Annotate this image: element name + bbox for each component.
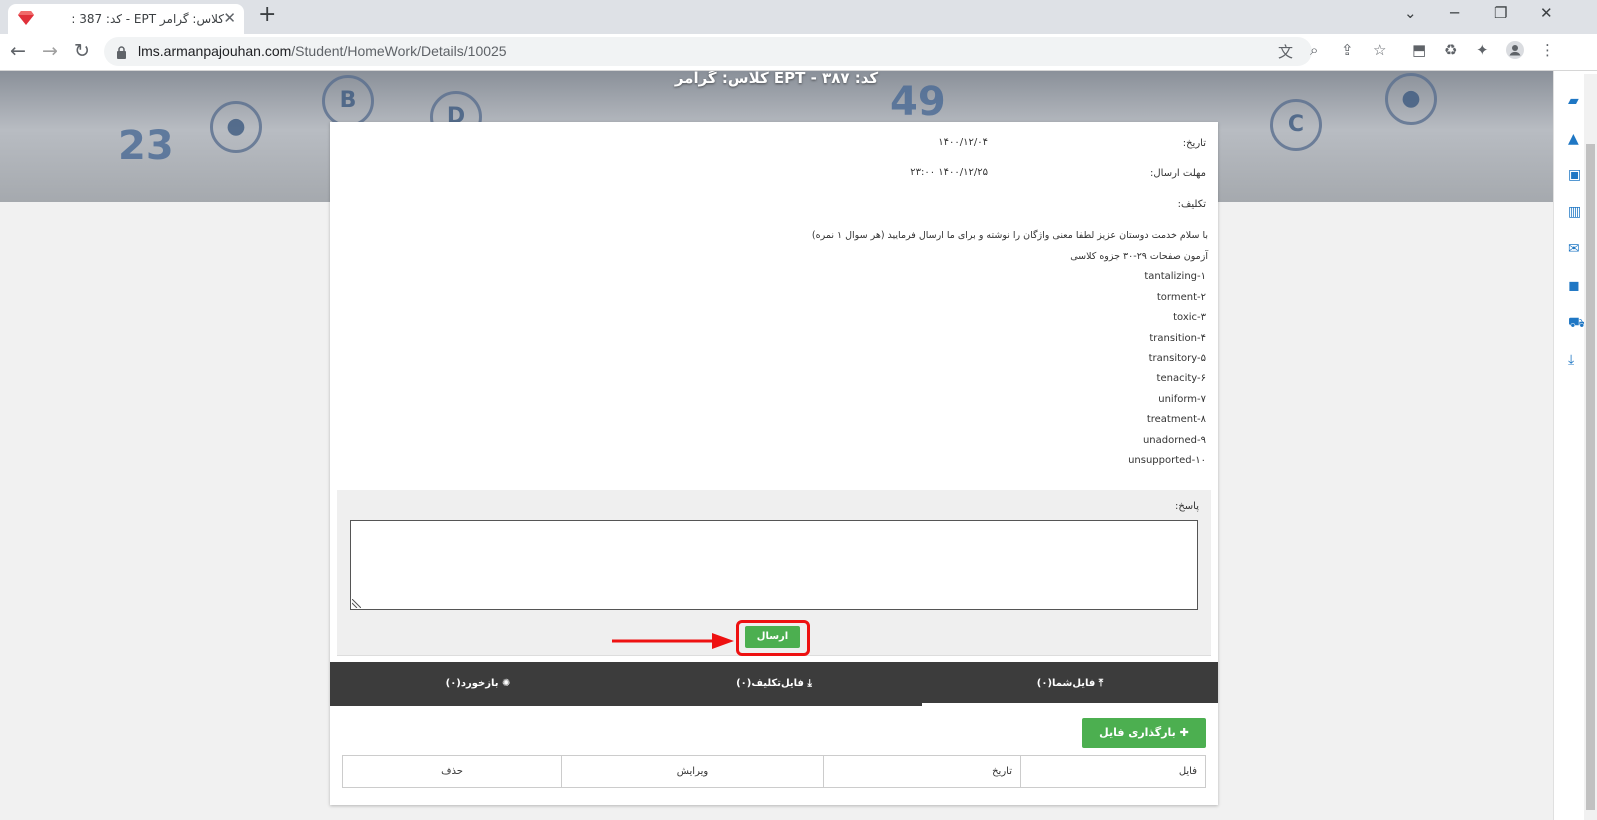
table-header-file: فایل (1020, 755, 1206, 788)
upload-arrow-icon: ⤒ (1098, 678, 1104, 689)
download-arrow-icon: ⤓ (807, 678, 812, 689)
upload-file-label: بارگذاری فایل (1099, 726, 1176, 739)
date-value: ۱۴۰۰/۱۲/۰۴ (938, 137, 988, 148)
money-icon[interactable]: ▣ (1568, 167, 1581, 183)
files-tab-bar: ⤒ فایل‌شما(۰) ⤓ فایل‌تکلیف(۰) ✺ بازخورد(… (330, 662, 1218, 706)
deadline-label: مهلت ارسال: (1150, 168, 1206, 179)
tab-your-files[interactable]: ⤒ فایل‌شما(۰) (922, 662, 1218, 706)
homework-card: تاریخ: ۱۴۰۰/۱۲/۰۴ مهلت ارسال: ۱۴۰۰/۱۲/۲۵… (330, 122, 1218, 805)
table-header-row: فایل تاریخ ویرایش حذف (342, 755, 1206, 788)
lock-icon (116, 44, 127, 63)
mail-icon[interactable]: ✉ (1568, 241, 1580, 257)
answer-textarea[interactable] (350, 520, 1198, 610)
vocab-item: unadorned-۹ (1142, 435, 1206, 446)
vocab-item: treatment-۸ (1146, 414, 1206, 425)
answer-label: پاسخ: (1174, 501, 1199, 512)
hero-decor-bubble: ● (210, 101, 262, 153)
minimize-icon[interactable]: ─ (1450, 4, 1459, 22)
vocab-item: toxic-۳ (1173, 312, 1206, 323)
assignment-label: تکلیف: (1177, 199, 1206, 210)
page-scrollbar[interactable] (1584, 74, 1597, 820)
page-viewport: 23 ● B D 49 C ● کلاس: گرامر EPT - کد: ۳۸… (0, 71, 1553, 820)
tab-feedback[interactable]: ✺ بازخورد(۰) (330, 662, 626, 706)
browser-menu-icon[interactable]: ⋮ (1540, 41, 1555, 59)
plus-icon: ✚ (1179, 726, 1189, 739)
chat-icon[interactable]: ▰ (1568, 93, 1579, 109)
url-host: lms.armanpajouhan.com (138, 43, 292, 59)
tab-your-files-label: فایل‌شما(۰) (1036, 678, 1096, 689)
vocab-item: torment-۲ (1156, 292, 1206, 303)
vocab-item: tantalizing-۱ (1144, 271, 1206, 282)
table-header-date: تاریخ (823, 755, 1021, 788)
scrollbar-thumb[interactable] (1586, 144, 1595, 810)
vocab-item: transitory-۵ (1148, 353, 1206, 364)
url-path: /Student/HomeWork/Details/10025 (291, 43, 507, 59)
send-button-highlight (736, 620, 810, 656)
table-header-delete: حذف (342, 755, 562, 788)
close-window-icon[interactable]: ✕ (1540, 4, 1553, 22)
back-icon[interactable]: ← (10, 40, 26, 62)
deadline-value: ۱۴۰۰/۱۲/۲۵ ۲۳:۰۰ (910, 167, 988, 178)
share-icon[interactable]: ⇪ (1341, 41, 1354, 59)
bar-chart-icon[interactable]: ▥ (1568, 204, 1581, 220)
tab-assignment-files[interactable]: ⤓ فایل‌تکلیف(۰) (626, 662, 922, 706)
close-tab-icon[interactable]: ✕ (223, 9, 236, 27)
extension-a-icon[interactable]: ⬒ (1412, 41, 1426, 59)
vocab-item: uniform-۷ (1158, 394, 1206, 405)
reload-icon[interactable]: ↻ (74, 40, 90, 62)
forward-icon[interactable]: → (42, 40, 58, 62)
hero-decor-number: 49 (890, 79, 946, 125)
address-bar[interactable]: lms.armanpajouhan.com/Student/HomeWork/D… (104, 37, 1312, 66)
extensions-puzzle-icon[interactable]: ✦ (1476, 41, 1489, 59)
recycle-extension-icon[interactable]: ♻ (1444, 41, 1457, 59)
browser-tab[interactable]: کلاس: گرامر EPT - کد: 387 : ✕ (8, 4, 244, 34)
browser-tab-title: کلاس: گرامر EPT - کد: 387 : (71, 12, 224, 26)
hero-decor-bubble: C (1270, 99, 1322, 151)
zoom-icon[interactable]: ⌕ (1310, 41, 1318, 59)
cart-icon[interactable]: ⛟ (1568, 315, 1586, 333)
restore-icon[interactable]: ❐ (1494, 4, 1507, 22)
tab-feedback-label: بازخورد(۰) (445, 678, 499, 689)
assignment-text-line: آزمون صفحات ۲۹-۳۰ جزوه کلاسی (1070, 251, 1208, 262)
feedback-gear-icon: ✺ (501, 678, 511, 689)
translate-icon[interactable]: 文 (1278, 41, 1293, 62)
graduation-cap-icon[interactable]: ▲ (1568, 131, 1579, 147)
page-title: کلاس: گرامر EPT - کد: ۳۸۷ (674, 71, 879, 87)
files-table: فایل تاریخ ویرایش حذف (342, 755, 1206, 788)
profile-avatar-icon[interactable] (1506, 41, 1524, 63)
gem-favicon-icon (18, 10, 34, 29)
assignment-text-line: با سلام خدمت دوستان عزیز لطفا معنی واژگا… (811, 230, 1208, 241)
comment-icon[interactable]: ◼ (1568, 278, 1580, 294)
vocab-item: tenacity-۶ (1156, 373, 1206, 384)
date-label: تاریخ: (1182, 138, 1206, 149)
browser-toolbar: ← → ↻ lms.armanpajouhan.com/Student/Home… (0, 34, 1597, 71)
upload-file-button[interactable]: ✚ بارگذاری فایل (1082, 718, 1206, 748)
vocab-item: unsupported-۱۰ (1128, 455, 1206, 466)
tab-search-chevron-icon[interactable]: ⌄ (1404, 4, 1417, 22)
new-tab-icon[interactable]: + (258, 2, 276, 27)
resize-handle-icon[interactable] (352, 599, 361, 608)
bookmark-star-icon[interactable]: ☆ (1373, 41, 1386, 59)
download-icon[interactable]: ⤓ (1568, 352, 1574, 368)
vocab-item: transition-۴ (1149, 333, 1206, 344)
tab-assignment-files-label: فایل‌تکلیف(۰) (736, 678, 804, 689)
url-text: lms.armanpajouhan.com/Student/HomeWork/D… (138, 43, 507, 59)
browser-tab-bar: کلاس: گرامر EPT - کد: 387 : ✕ + ⌄ ─ ❐ ✕ (0, 0, 1597, 34)
hero-decor-number: 23 (118, 123, 174, 169)
red-arrow-annotation (612, 633, 734, 649)
table-header-edit: ویرایش (561, 755, 824, 788)
